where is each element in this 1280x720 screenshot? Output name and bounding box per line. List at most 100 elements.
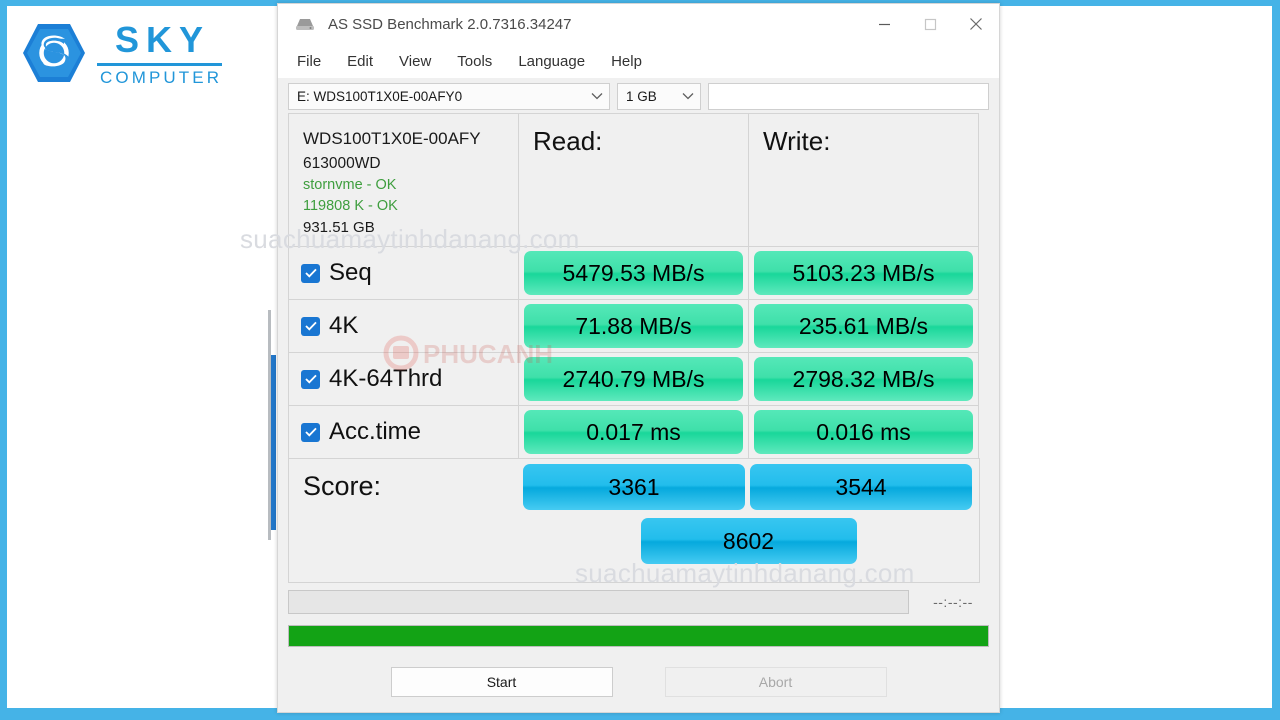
benchmark-row-seq-label[interactable]: Seq: [288, 246, 519, 300]
benchmark-row-4k-label[interactable]: 4K: [288, 299, 519, 353]
result-pill: 235.61 MB/s: [754, 304, 973, 348]
table-row: Acc.time 0.017 ms 0.016 ms: [288, 405, 989, 459]
score-label: Score:: [303, 471, 382, 501]
hard-drive-icon: [296, 19, 314, 30]
benchmark-row-acctime-label[interactable]: Acc.time: [288, 405, 519, 459]
benchmark-label: Acc.time: [329, 418, 422, 445]
close-button[interactable]: [953, 4, 999, 44]
benchmark-4k64thrd-write: 2798.32 MB/s: [748, 352, 979, 406]
read-column-header: Read:: [518, 113, 749, 247]
title-bar[interactable]: AS SSD Benchmark 2.0.7316.34247: [278, 4, 999, 44]
logo-secondary: COMPUTER: [100, 68, 223, 87]
check-icon: [304, 374, 317, 384]
status-area: --:--:-- Start Abort: [278, 590, 999, 697]
score-write: 3544: [750, 464, 972, 510]
size-select-value: 1 GB: [626, 88, 657, 104]
logo-primary: SKY: [115, 19, 211, 60]
chevron-down-icon: [591, 93, 603, 100]
result-pill: 2798.32 MB/s: [754, 357, 973, 401]
score-label-cell: Score:: [288, 458, 519, 583]
maximize-button[interactable]: [907, 4, 953, 44]
progress-bar-secondary: [288, 590, 909, 614]
benchmark-4k-read: 71.88 MB/s: [518, 299, 749, 353]
result-pill: 5103.23 MB/s: [754, 251, 973, 295]
result-pill: 0.016 ms: [754, 410, 973, 454]
window-controls: [861, 4, 999, 44]
drive-model: WDS100T1X0E-00AFY: [303, 129, 481, 148]
toolbar: E: WDS100T1X0E-00AFY0 1 GB: [278, 78, 999, 114]
drive-capacity: 931.51 GB: [303, 218, 375, 236]
benchmark-4k64thrd-read: 2740.79 MB/s: [518, 352, 749, 406]
benchmark-seq-write: 5103.23 MB/s: [748, 246, 979, 300]
app-window: AS SSD Benchmark 2.0.7316.34247 File Edi…: [277, 3, 1000, 713]
menu-bar: File Edit View Tools Language Help: [278, 44, 999, 78]
result-pill: 2740.79 MB/s: [524, 357, 743, 401]
progress-bar-primary: [288, 625, 989, 647]
write-header-label: Write:: [763, 126, 831, 156]
maximize-icon: [924, 18, 936, 30]
drive-select-value: E: WDS100T1X0E-00AFY0: [297, 88, 463, 104]
read-header-label: Read:: [533, 126, 603, 156]
menu-item-language[interactable]: Language: [505, 49, 598, 74]
menu-item-edit[interactable]: Edit: [334, 49, 386, 74]
check-icon: [304, 321, 317, 331]
drive-firmware: 613000WD: [303, 154, 381, 172]
benchmark-label: Seq: [329, 259, 372, 286]
score-total: 8602: [640, 518, 857, 564]
alignment-status: 119808 K - OK: [303, 197, 398, 214]
benchmark-acctime-read: 0.017 ms: [518, 405, 749, 459]
checkbox-seq[interactable]: [301, 263, 320, 283]
driver-status: stornvme - OK: [303, 176, 397, 193]
write-column-header: Write:: [748, 113, 979, 247]
page-frame-left: [0, 0, 7, 720]
results-grid: WDS100T1X0E-00AFY 613000WD stornvme - OK…: [278, 113, 999, 583]
page-root: SKY COMPUTER AS SSD Benchmark 2.0.7316.3…: [0, 0, 1280, 720]
hexagon-s-logo-icon: [23, 24, 85, 82]
result-pill: 0.017 ms: [524, 410, 743, 454]
window-title: AS SSD Benchmark 2.0.7316.34247: [328, 15, 572, 33]
name-input[interactable]: [708, 82, 989, 110]
grid-header-row: WDS100T1X0E-00AFY 613000WD stornvme - OK…: [288, 113, 989, 247]
checkbox-4k[interactable]: [301, 316, 320, 336]
benchmark-seq-read: 5479.53 MB/s: [518, 246, 749, 300]
abort-button: Abort: [664, 667, 887, 697]
chevron-down-icon: [682, 93, 694, 100]
logo-text: SKY COMPUTER: [97, 19, 223, 87]
drive-info-panel: WDS100T1X0E-00AFY 613000WD stornvme - OK…: [288, 113, 519, 247]
check-icon: [304, 427, 317, 437]
table-row: 4K 71.88 MB/s 235.61 MB/s: [288, 299, 989, 353]
check-icon: [304, 268, 317, 278]
score-read: 3361: [523, 464, 745, 510]
page-frame-right: [1272, 0, 1280, 720]
benchmark-4k-write: 235.61 MB/s: [748, 299, 979, 353]
score-row: Score: 3361 3544 8602: [288, 458, 989, 583]
menu-item-file[interactable]: File: [284, 49, 334, 74]
logo: SKY COMPUTER: [21, 19, 223, 87]
menu-item-help[interactable]: Help: [598, 49, 655, 74]
close-icon: [970, 18, 982, 30]
result-pill: 5479.53 MB/s: [524, 251, 743, 295]
table-row: 4K-64Thrd 2740.79 MB/s 2798.32 MB/s: [288, 352, 989, 406]
checkbox-4k-64thrd[interactable]: [301, 369, 320, 389]
benchmark-label: 4K-64Thrd: [329, 365, 443, 392]
menu-item-view[interactable]: View: [386, 49, 444, 74]
benchmark-acctime-write: 0.016 ms: [748, 405, 979, 459]
action-buttons: Start Abort: [288, 667, 989, 697]
result-pill: 71.88 MB/s: [524, 304, 743, 348]
progress-row: --:--:--: [288, 590, 989, 614]
minimize-button[interactable]: [861, 4, 907, 44]
score-values-cell: 3361 3544 8602: [518, 458, 980, 583]
benchmark-label: 4K: [329, 312, 359, 339]
menu-item-tools[interactable]: Tools: [444, 49, 505, 74]
table-row: Seq 5479.53 MB/s 5103.23 MB/s: [288, 246, 989, 300]
drive-select[interactable]: E: WDS100T1X0E-00AFY0: [288, 82, 610, 110]
background-blue-strip: [271, 355, 276, 530]
minimize-icon: [878, 23, 890, 25]
logo-divider: [97, 63, 223, 66]
checkbox-acc-time[interactable]: [301, 422, 320, 442]
start-button[interactable]: Start: [390, 667, 613, 697]
elapsed-timer: --:--:--: [933, 594, 973, 610]
branding-panel: SKY COMPUTER: [7, 6, 277, 708]
benchmark-row-4k64thrd-label[interactable]: 4K-64Thrd: [288, 352, 519, 406]
size-select[interactable]: 1 GB: [617, 82, 701, 110]
